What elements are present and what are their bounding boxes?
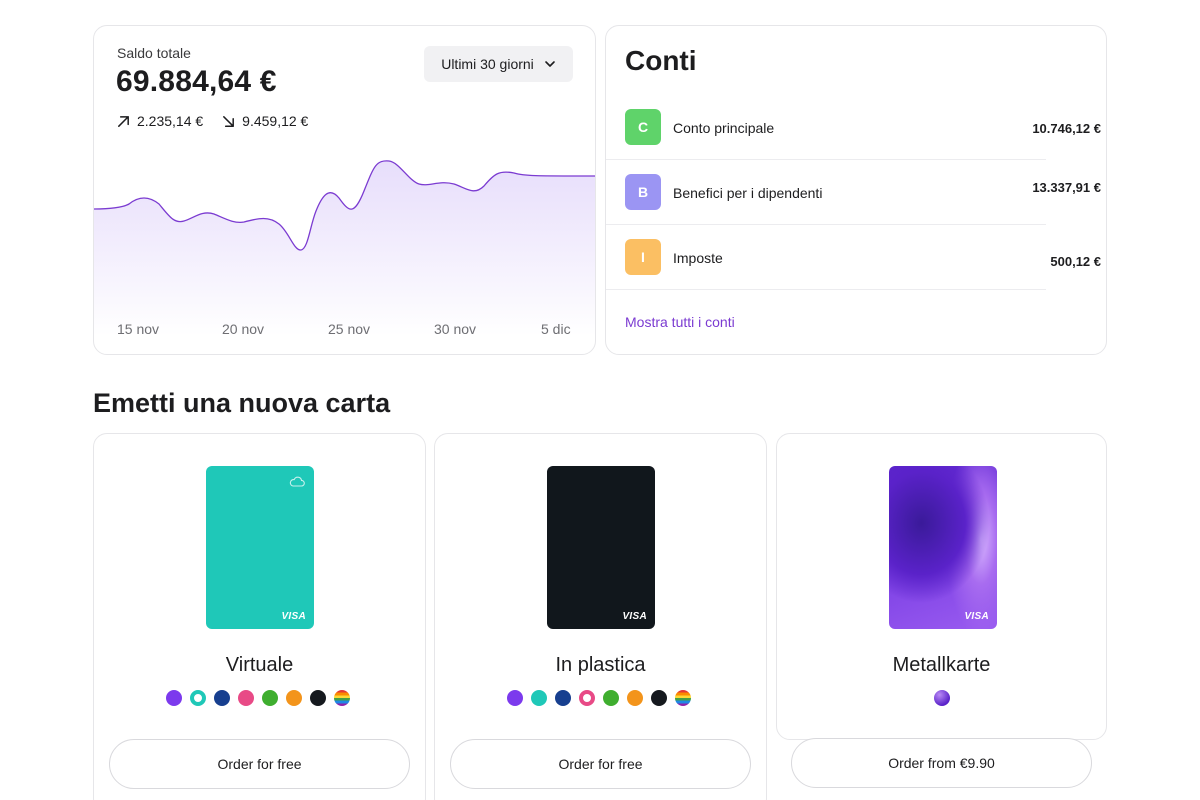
incoming-flow: 2.235,14 € xyxy=(116,113,203,129)
accounts-title: Conti xyxy=(625,45,697,76)
account-name: Imposte xyxy=(673,250,723,266)
balance-amount: 69.884,64 € xyxy=(116,65,277,98)
chevron-down-icon xyxy=(544,61,555,67)
swatch-metal-purple[interactable] xyxy=(934,690,950,706)
period-label: Ultimi 30 giorni xyxy=(441,56,534,72)
balance-flows: 2.235,14 € 9.459,12 € xyxy=(116,113,308,129)
swatch-black[interactable] xyxy=(310,690,326,706)
swatch-teal[interactable] xyxy=(531,690,547,706)
x-tick-label: 20 nov xyxy=(222,321,265,337)
section-title: Emetti una nuova carta xyxy=(93,388,391,418)
swatch-purple[interactable] xyxy=(507,690,523,706)
color-swatches xyxy=(166,690,350,706)
plastic-card-image: VISA xyxy=(547,466,655,629)
virtual-card-image: VISA xyxy=(206,466,314,629)
swatch-orange[interactable] xyxy=(627,690,643,706)
period-dropdown[interactable]: Ultimi 30 giorni xyxy=(424,46,573,82)
account-balance: 10.746,12 € xyxy=(1032,121,1101,136)
account-balance: 13.337,91 € xyxy=(1032,180,1101,195)
swatch-green[interactable] xyxy=(262,690,278,706)
account-name: Benefici per i dipendenti xyxy=(673,185,823,201)
x-tick-label: 25 nov xyxy=(328,321,371,337)
chart-x-axis: 15 nov 20 nov 25 nov 30 nov 5 dic xyxy=(94,321,595,341)
swatch-navy[interactable] xyxy=(214,690,230,706)
swatch-pink[interactable] xyxy=(238,690,254,706)
card-option-plastic[interactable]: VISA In plastica Order for free xyxy=(434,433,767,800)
order-button[interactable]: Order from €9.90 xyxy=(791,738,1092,788)
swatch-rainbow[interactable] xyxy=(334,690,350,706)
visa-logo: VISA xyxy=(622,611,647,622)
metal-card-image: VISA xyxy=(889,466,997,629)
card-option-title: Virtuale xyxy=(225,654,294,676)
balance-chart xyxy=(94,160,595,336)
arrow-down-right-icon xyxy=(223,115,235,127)
swatch-purple[interactable] xyxy=(166,690,182,706)
color-swatches xyxy=(507,690,691,706)
visa-logo: VISA xyxy=(281,611,306,622)
accounts-panel: Conti C Conto principale 10.746,12 € B B… xyxy=(605,25,1107,355)
swatch-navy[interactable] xyxy=(555,690,571,706)
swatch-rainbow[interactable] xyxy=(675,690,691,706)
order-button[interactable]: Order for free xyxy=(450,739,751,789)
color-swatches xyxy=(934,690,950,706)
x-tick-label: 5 dic xyxy=(541,321,571,337)
swatch-black[interactable] xyxy=(651,690,667,706)
incoming-amount: 2.235,14 € xyxy=(137,113,204,129)
card-option-virtual[interactable]: VISA Virtuale Order for free xyxy=(93,433,426,800)
x-tick-label: 15 nov xyxy=(117,321,160,337)
account-avatar: B xyxy=(625,174,661,210)
account-row-main[interactable]: C Conto principale 10.746,12 € xyxy=(606,95,1101,160)
visa-logo: VISA xyxy=(964,611,989,622)
account-avatar: C xyxy=(625,109,661,145)
swatch-green[interactable] xyxy=(603,690,619,706)
account-row-taxes[interactable]: I Imposte 500,12 € xyxy=(606,225,1101,290)
account-avatar: I xyxy=(625,239,661,275)
account-name: Conto principale xyxy=(673,120,775,136)
divider xyxy=(606,289,1046,290)
balance-panel: Saldo totale 69.884,64 € 2.235,14 € 9.45… xyxy=(93,25,596,355)
swatch-pink-selected[interactable] xyxy=(579,690,595,706)
show-all-accounts-link[interactable]: Mostra tutti i conti xyxy=(625,314,735,330)
cloud-icon xyxy=(289,476,305,487)
outgoing-flow: 9.459,12 € xyxy=(221,113,308,129)
order-button[interactable]: Order for free xyxy=(109,739,410,789)
x-tick-label: 30 nov xyxy=(434,321,477,337)
arrow-up-right-icon xyxy=(118,115,129,127)
account-row-benefits[interactable]: B Benefici per i dipendenti 13.337,91 € xyxy=(606,160,1101,225)
swatch-teal-selected[interactable] xyxy=(190,690,206,706)
account-balance: 500,12 € xyxy=(1050,254,1101,269)
card-option-metal[interactable]: VISA Metallkarte xyxy=(776,433,1107,740)
chart-area xyxy=(94,160,595,336)
card-option-title: In plastica xyxy=(555,654,646,676)
balance-label: Saldo totale xyxy=(117,45,191,61)
outgoing-amount: 9.459,12 € xyxy=(242,113,309,129)
swatch-orange[interactable] xyxy=(286,690,302,706)
card-option-title: Metallkarte xyxy=(892,654,991,676)
